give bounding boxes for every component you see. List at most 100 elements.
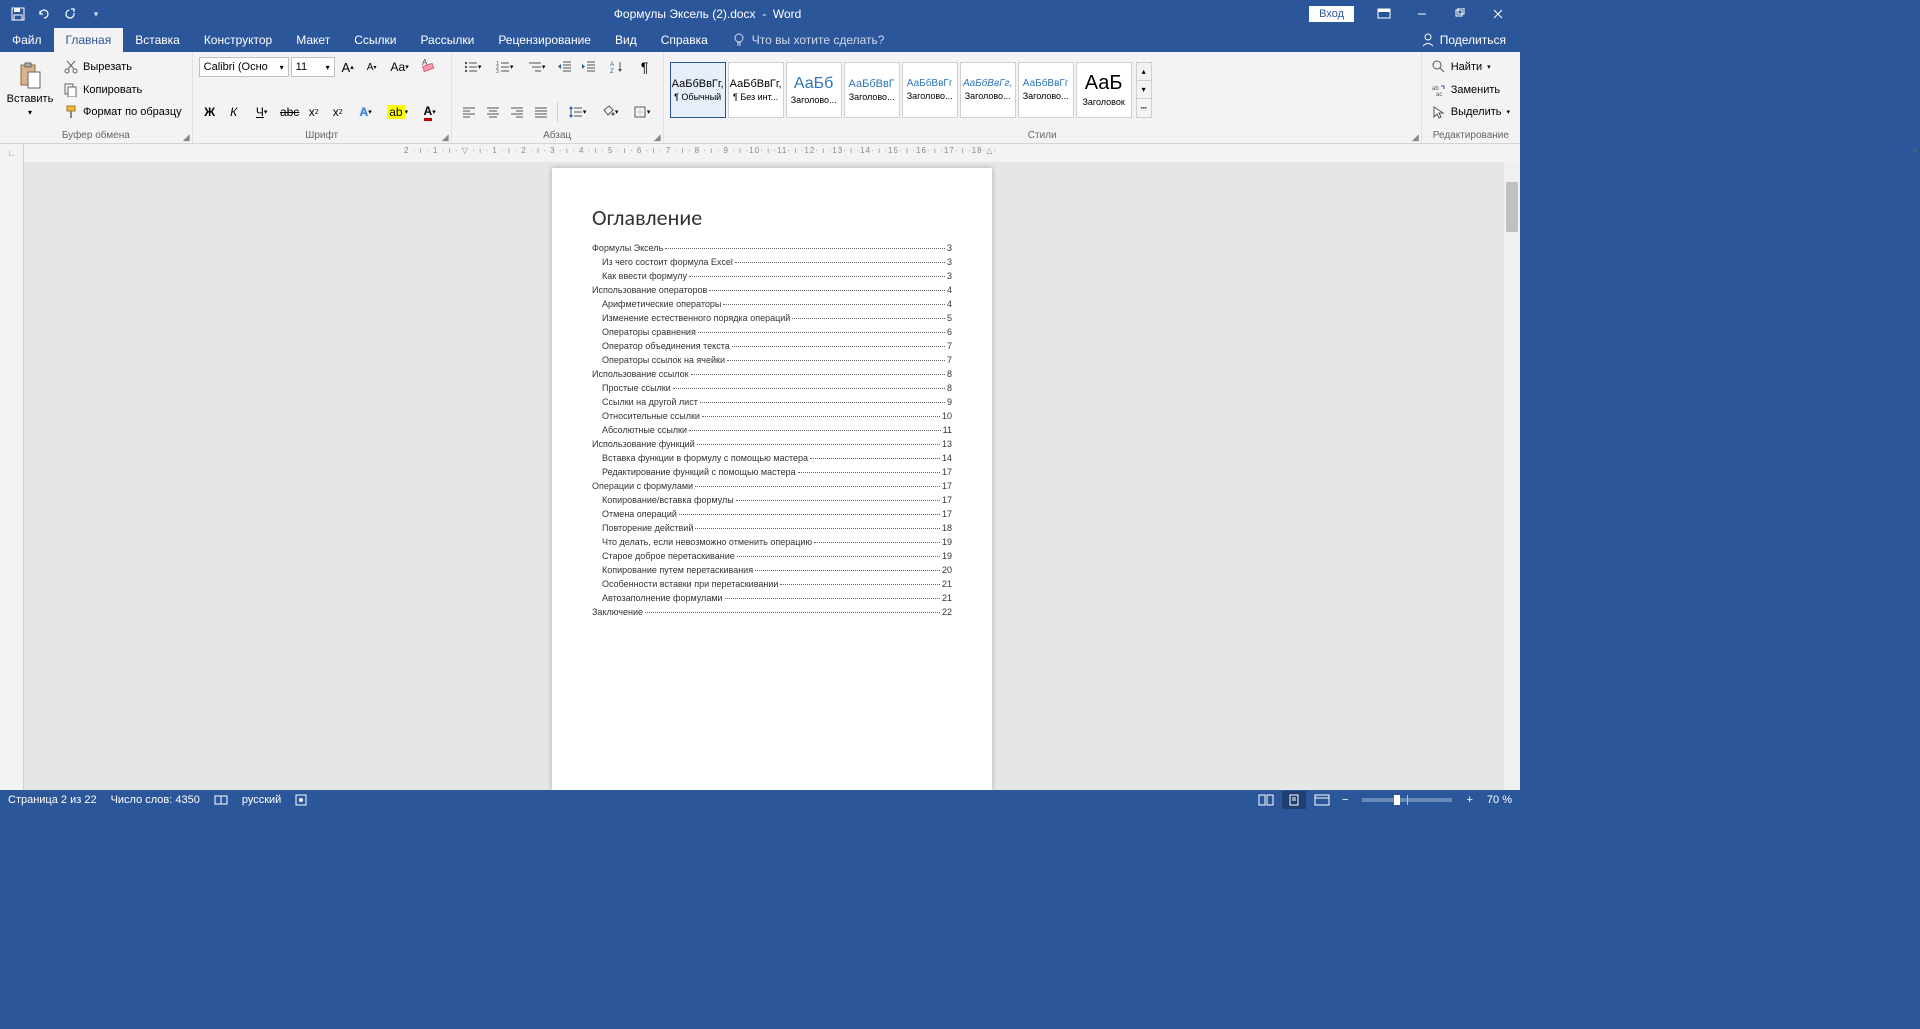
select-button[interactable]: Выделить ▾ (1428, 101, 1514, 123)
tab-home[interactable]: Главная (54, 28, 124, 52)
toc-entry[interactable]: Использование функций13 (592, 439, 952, 449)
decrease-indent-button[interactable] (554, 56, 576, 78)
tab-review[interactable]: Рецензирование (486, 28, 603, 52)
toc-entry[interactable]: Повторение действий18 (592, 523, 952, 533)
close-button[interactable] (1480, 0, 1516, 28)
shading-button[interactable]: ▾ (595, 101, 625, 123)
change-case-button[interactable]: Aa▾ (385, 56, 415, 78)
tab-help[interactable]: Справка (649, 28, 720, 52)
font-size-select[interactable]: 11▾ (291, 57, 335, 77)
font-name-select[interactable]: Calibri (Осно▾ (199, 57, 289, 77)
toc-entry[interactable]: Арифметические операторы4 (592, 299, 952, 309)
toc-entry[interactable]: Операции с формулами17 (592, 481, 952, 491)
styles-launcher[interactable]: ◢ (1412, 132, 1419, 143)
vertical-ruler[interactable] (0, 162, 24, 790)
zoom-in-button[interactable]: + (1462, 794, 1476, 806)
tab-view[interactable]: Вид (603, 28, 649, 52)
format-painter-button[interactable]: Формат по образцу (60, 101, 186, 123)
style-gallery-expand[interactable]: ▴▾⎓ (1136, 62, 1152, 118)
paragraph-launcher[interactable]: ◢ (654, 132, 661, 143)
toc-entry[interactable]: Формулы Эксель3 (592, 243, 952, 253)
zoom-slider[interactable] (1362, 798, 1452, 802)
toc-entry[interactable]: Что делать, если невозможно отменить опе… (592, 537, 952, 547)
toc-entry[interactable]: Относительные ссылки10 (592, 411, 952, 421)
toc-entry[interactable]: Операторы ссылок на ячейки7 (592, 355, 952, 365)
read-mode-button[interactable] (1254, 791, 1278, 809)
toc-entry[interactable]: Использование операторов4 (592, 285, 952, 295)
superscript-button[interactable]: x2 (327, 101, 349, 123)
underline-button[interactable]: Ч▾ (247, 101, 277, 123)
toc-entry[interactable]: Автозаполнение формулами21 (592, 593, 952, 603)
align-center-button[interactable] (482, 101, 504, 123)
style-heading4[interactable]: АаБбВвГг,Заголово... (960, 62, 1016, 118)
subscript-button[interactable]: x2 (303, 101, 325, 123)
tab-selector[interactable]: ∟ (0, 144, 24, 162)
paste-button[interactable]: Вставить ▾ (6, 56, 54, 123)
text-effects-button[interactable]: A▾ (351, 101, 381, 123)
bullets-button[interactable]: ▾ (458, 56, 488, 78)
toc-entry[interactable]: Отмена операций17 (592, 509, 952, 519)
macro-indicator[interactable] (295, 794, 307, 806)
clear-formatting-button[interactable]: A (417, 56, 439, 78)
display-options-button[interactable] (1366, 0, 1402, 28)
line-spacing-button[interactable]: ▾ (563, 101, 593, 123)
show-marks-button[interactable]: ¶ (634, 56, 656, 78)
style-heading5[interactable]: АаБбВвГгЗаголово... (1018, 62, 1074, 118)
italic-button[interactable]: К (223, 101, 245, 123)
grow-font-button[interactable]: A▴ (337, 56, 359, 78)
web-layout-button[interactable] (1310, 791, 1334, 809)
style-no-spacing[interactable]: АаБбВвГг,¶ Без инт... (728, 62, 784, 118)
toc-entry[interactable]: Абсолютные ссылки11 (592, 425, 952, 435)
login-button[interactable]: Вход (1309, 6, 1354, 22)
tab-layout[interactable]: Макет (284, 28, 342, 52)
bold-button[interactable]: Ж (199, 101, 221, 123)
toc-entry[interactable]: Копирование/вставка формулы17 (592, 495, 952, 505)
multilevel-button[interactable]: ▾ (522, 56, 552, 78)
justify-button[interactable] (530, 101, 552, 123)
tell-me-search[interactable]: Что вы хотите сделать? (720, 28, 897, 52)
share-button[interactable]: Поделиться (1407, 28, 1520, 52)
document-page[interactable]: Оглавление Формулы Эксель3Из чего состои… (552, 168, 992, 790)
tab-references[interactable]: Ссылки (342, 28, 408, 52)
toc-entry[interactable]: Оператор объединения текста7 (592, 341, 952, 351)
toc-entry[interactable]: Изменение естественного порядка операций… (592, 313, 952, 323)
strikethrough-button[interactable]: abc (279, 101, 301, 123)
style-normal[interactable]: АаБбВвГг,¶ Обычный (670, 62, 726, 118)
style-heading2[interactable]: АаБбВвГЗаголово... (844, 62, 900, 118)
maximize-button[interactable] (1442, 0, 1478, 28)
toc-entry[interactable]: Из чего состоит формула Excel3 (592, 257, 952, 267)
toc-entry[interactable]: Старое доброе перетаскивание19 (592, 551, 952, 561)
print-layout-button[interactable] (1282, 791, 1306, 809)
sort-button[interactable]: AZ (602, 56, 632, 78)
tab-file[interactable]: Файл (0, 28, 54, 52)
font-color-button[interactable]: A▾ (415, 101, 445, 123)
qat-customize[interactable]: ▾ (86, 4, 106, 24)
horizontal-ruler[interactable]: ∟ 2 · ı · 1 · ı · ▽ · ı · 1 · ı · 2 · ı … (0, 144, 1520, 162)
clipboard-launcher[interactable]: ◢ (183, 132, 190, 143)
minimize-button[interactable] (1404, 0, 1440, 28)
style-title[interactable]: АаБЗаголовок (1076, 62, 1132, 118)
shrink-font-button[interactable]: A▾ (361, 56, 383, 78)
zoom-out-button[interactable]: − (1338, 794, 1352, 806)
align-right-button[interactable] (506, 101, 528, 123)
font-launcher[interactable]: ◢ (442, 132, 449, 143)
toc-entry[interactable]: Использование ссылок8 (592, 369, 952, 379)
increase-indent-button[interactable] (578, 56, 600, 78)
toc-entry[interactable]: Как ввести формулу3 (592, 271, 952, 281)
redo-button[interactable] (60, 4, 80, 24)
find-button[interactable]: Найти ▾ (1428, 56, 1514, 78)
toc-entry[interactable]: Операторы сравнения6 (592, 327, 952, 337)
toc-entry[interactable]: Ссылки на другой лист9 (592, 397, 952, 407)
copy-button[interactable]: Копировать (60, 79, 186, 101)
undo-button[interactable] (34, 4, 54, 24)
vertical-scrollbar[interactable] (1504, 162, 1520, 790)
toc-entry[interactable]: Копирование путем перетаскивания20 (592, 565, 952, 575)
tab-design[interactable]: Конструктор (192, 28, 284, 52)
style-heading3[interactable]: АаБбВвГгЗаголово... (902, 62, 958, 118)
tab-mailings[interactable]: Рассылки (408, 28, 486, 52)
replace-button[interactable]: abacЗаменить (1428, 79, 1514, 101)
scrollbar-thumb[interactable] (1506, 182, 1518, 232)
toc-entry[interactable]: Простые ссылки8 (592, 383, 952, 393)
highlight-button[interactable]: ab▾ (383, 101, 413, 123)
zoom-level[interactable]: 70 % (1487, 794, 1512, 806)
